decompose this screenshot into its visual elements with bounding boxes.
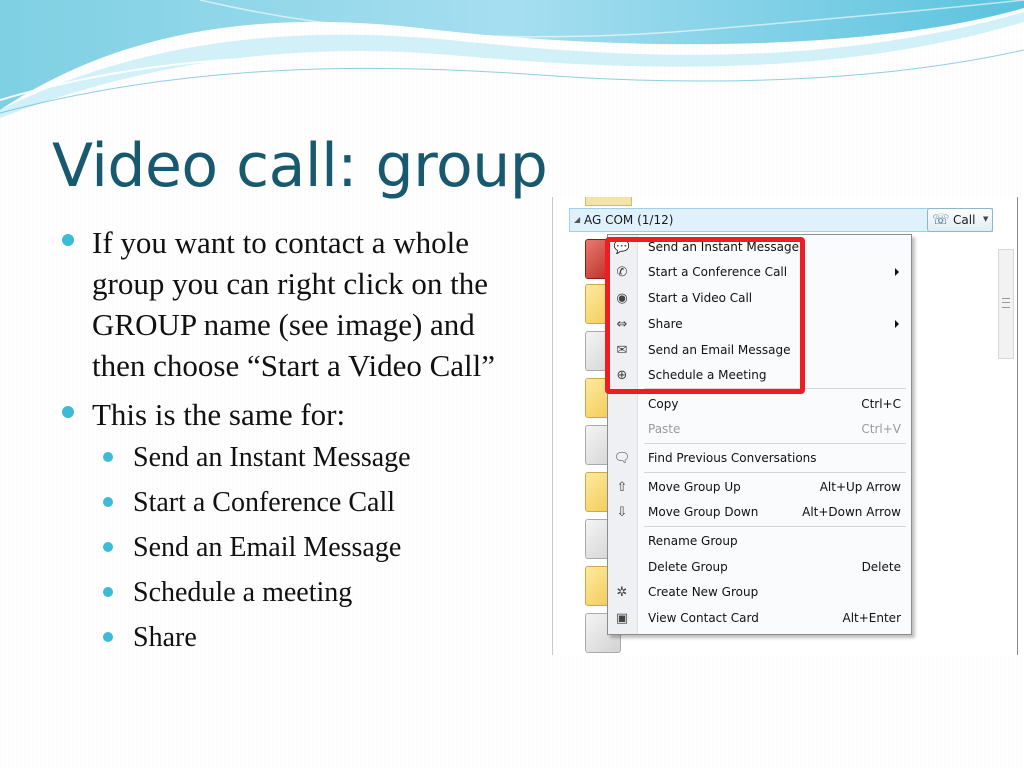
- call-button[interactable]: ☏ Call ▼: [927, 208, 993, 232]
- menu-item-copy[interactable]: Copy Ctrl+C: [608, 392, 911, 417]
- contact-list-screenshot: ◢ AG COM (1/12) ☏ Call ▼ 💬 Send an Insta…: [552, 197, 1024, 655]
- bullet-dot-icon: [103, 542, 113, 552]
- menu-item-shortcut: Alt+Down Arrow: [802, 505, 901, 519]
- bullet-text: If you want to contact a whole group you…: [92, 225, 496, 383]
- menu-item-find-conversations[interactable]: 🗨 Find Previous Conversations: [608, 446, 911, 471]
- scrollbar[interactable]: [998, 249, 1014, 359]
- header-wave-banner: [0, 0, 1024, 118]
- bullet-list: If you want to contact a whole group you…: [62, 222, 502, 660]
- conversation-history-icon: 🗨: [613, 451, 631, 466]
- menu-item-label: Find Previous Conversations: [648, 451, 817, 465]
- slide-title: Video call: group: [52, 131, 548, 201]
- menu-item-label: Create New Group: [648, 585, 759, 599]
- sub-bullet-text: Schedule a meeting: [133, 577, 353, 608]
- menu-item-paste: Paste Ctrl+V: [608, 417, 911, 442]
- sub-bullet-text: Send an Email Message: [133, 532, 402, 563]
- submenu-arrow-icon: [895, 268, 899, 276]
- bullet-item: This is the same for:: [62, 394, 502, 435]
- menu-item-label: Copy: [648, 397, 679, 411]
- menu-item-rename-group[interactable]: Rename Group: [608, 529, 911, 554]
- scrollbar-grip-icon[interactable]: [1002, 298, 1010, 308]
- sub-bullet-item: Schedule a meeting: [103, 570, 502, 615]
- menu-item-label: Rename Group: [648, 534, 738, 548]
- contact-card-icon: ▣: [615, 611, 629, 626]
- menu-item-label: Delete Group: [648, 560, 728, 574]
- bullet-item: If you want to contact a whole group you…: [62, 222, 502, 386]
- collapse-triangle-icon[interactable]: ◢: [574, 215, 580, 224]
- menu-item-move-up[interactable]: ⇧ Move Group Up Alt+Up Arrow: [608, 475, 911, 500]
- bullet-dot-icon: [103, 632, 113, 642]
- menu-item-shortcut: Alt+Enter: [842, 611, 901, 625]
- menu-separator: [644, 443, 906, 444]
- bullet-text: This is the same for:: [92, 397, 346, 432]
- arrow-up-icon: ⇧: [616, 480, 628, 495]
- sub-bullet-item: Send an Email Message: [103, 525, 502, 570]
- highlight-box: [605, 237, 805, 394]
- contact-photo-partial: [585, 197, 632, 206]
- bullet-dot-icon: [103, 497, 113, 507]
- window-edge: [1017, 197, 1018, 655]
- bullet-dot-icon: [62, 234, 74, 246]
- sub-bullet-item: Start a Conference Call: [103, 480, 502, 525]
- menu-item-shortcut: Ctrl+V: [861, 422, 901, 436]
- bullet-dot-icon: [103, 587, 113, 597]
- menu-item-label: Move Group Down: [648, 505, 759, 519]
- menu-item-label: Paste: [648, 422, 681, 436]
- phone-icon: ☏: [932, 212, 950, 228]
- group-name: AG COM (1/12): [584, 213, 674, 227]
- sub-bullet-text: Send an Instant Message: [133, 442, 411, 473]
- menu-item-label: Move Group Up: [648, 480, 741, 494]
- sub-bullet-item: Share: [103, 615, 502, 660]
- menu-item-delete-group[interactable]: Delete Group Delete: [608, 555, 911, 580]
- bullet-dot-icon: [62, 406, 74, 418]
- new-group-icon: ✲: [616, 585, 628, 600]
- menu-item-view-contact-card[interactable]: ▣ View Contact Card Alt+Enter: [608, 606, 911, 631]
- menu-item-shortcut: Delete: [861, 560, 901, 574]
- menu-item-shortcut: Alt+Up Arrow: [819, 480, 901, 494]
- menu-item-create-group[interactable]: ✲ Create New Group: [608, 580, 911, 605]
- sub-bullet-text: Start a Conference Call: [133, 487, 396, 518]
- bullet-dot-icon: [103, 452, 113, 462]
- call-button-label: Call: [953, 213, 976, 227]
- menu-item-label: View Contact Card: [648, 611, 759, 625]
- chevron-down-icon[interactable]: ▼: [983, 215, 988, 223]
- menu-separator: [644, 526, 906, 527]
- menu-item-move-down[interactable]: ⇩ Move Group Down Alt+Down Arrow: [608, 500, 911, 525]
- menu-item-shortcut: Ctrl+C: [861, 397, 901, 411]
- sub-bullet-item: Send an Instant Message: [103, 435, 502, 480]
- arrow-down-icon: ⇩: [616, 505, 628, 520]
- sub-bullet-text: Share: [133, 622, 197, 653]
- menu-separator: [644, 472, 906, 473]
- submenu-arrow-icon: [895, 320, 899, 328]
